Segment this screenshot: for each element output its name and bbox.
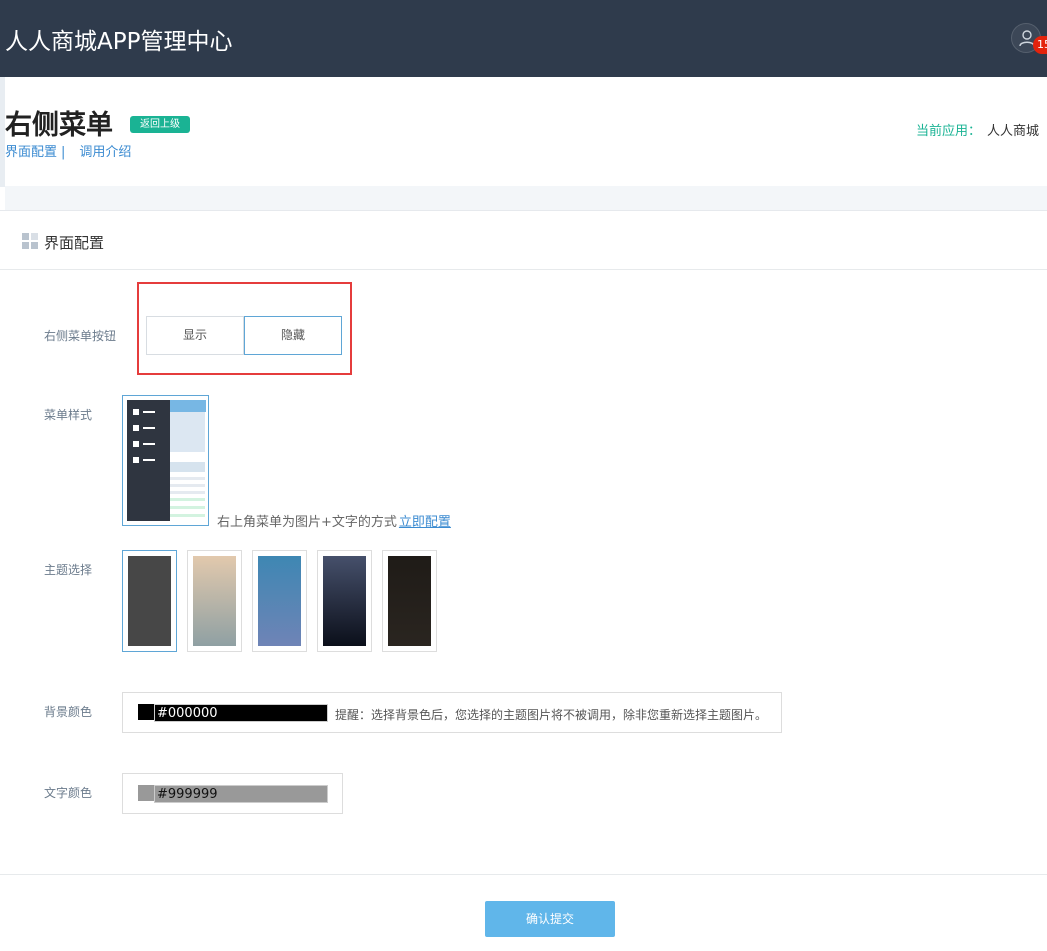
current-app-label: 当前应用： <box>915 124 981 139</box>
app-title: 人人商城APP管理中心 <box>5 29 233 55</box>
theme-swatch <box>128 556 171 646</box>
toggle-show-button[interactable]: 显示 <box>146 316 244 355</box>
theme-option-night[interactable] <box>317 550 372 652</box>
back-button[interactable]: 返回上级 <box>130 116 190 133</box>
text-color-field: #999999 <box>122 773 343 814</box>
current-app-value: 人人商城 <box>986 124 1039 139</box>
theme-swatch <box>323 556 366 646</box>
menu-style-thumbnail[interactable] <box>122 395 209 526</box>
text-color-input[interactable]: #999999 <box>154 785 328 803</box>
text-color-label: 文字颜色 <box>44 786 93 800</box>
page-title: 右侧菜单 <box>5 110 113 141</box>
theme-option-dark-gray[interactable] <box>122 550 177 652</box>
theme-option-espresso[interactable] <box>382 550 437 652</box>
theme-swatch <box>193 556 236 646</box>
bg-color-swatch[interactable] <box>138 704 154 720</box>
link-ui-config[interactable]: 界面配置 <box>5 145 57 160</box>
panel-header <box>0 211 1047 270</box>
menu-style-text: 右上角菜单为图片+文字的方式 <box>217 515 397 530</box>
bg-color-input[interactable]: #000000 <box>154 704 328 722</box>
toggle-hide-button[interactable]: 隐藏 <box>244 316 342 355</box>
notification-badge[interactable]: 15 <box>1033 36 1047 54</box>
bg-color-hint: 提醒：选择背景色后，您选择的主题图片将不被调用，除非您重新选择主题图片。 <box>335 708 768 722</box>
menu-style-label: 菜单样式 <box>44 408 93 422</box>
sub-nav: 界面配置 | 调用介绍 <box>5 141 131 160</box>
bg-color-label: 背景颜色 <box>44 705 93 719</box>
menu-style-description: 右上角菜单为图片+文字的方式 立即配置 <box>217 511 451 530</box>
current-app: 当前应用： 人人商城 <box>916 120 1039 139</box>
footer-divider <box>0 874 1047 875</box>
theme-swatch <box>388 556 431 646</box>
theme-option-sand[interactable] <box>187 550 242 652</box>
grid-icon <box>22 233 39 250</box>
theme-swatch <box>258 556 301 646</box>
divider-band <box>5 186 1047 210</box>
panel-title: 界面配置 <box>44 234 105 252</box>
bg-color-field: #000000 提醒：选择背景色后，您选择的主题图片将不被调用，除非您重新选择主… <box>122 692 782 733</box>
text-color-swatch[interactable] <box>138 785 154 801</box>
link-separator: | <box>61 145 66 160</box>
top-bar: 人人商城APP管理中心 15 <box>0 0 1047 77</box>
submit-button[interactable]: 确认提交 <box>485 901 615 937</box>
link-usage-intro[interactable]: 调用介绍 <box>79 145 131 160</box>
theme-label: 主题选择 <box>44 563 93 577</box>
configure-now-link[interactable]: 立即配置 <box>399 515 451 530</box>
menu-button-label: 右侧菜单按钮 <box>44 329 117 343</box>
theme-option-ocean[interactable] <box>252 550 307 652</box>
